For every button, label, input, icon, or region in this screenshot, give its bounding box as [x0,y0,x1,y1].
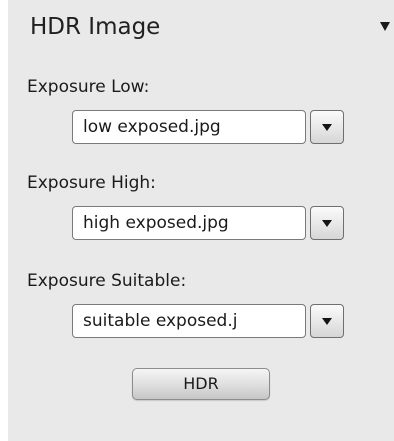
exposure-suitable-label: Exposure Suitable: [27,271,187,291]
exposure-suitable-select[interactable]: suitable exposed.j [72,304,306,338]
hdr-image-panel: HDR Image Exposure Low: low exposed.jpg … [8,0,394,441]
exposure-low-label: Exposure Low: [27,77,150,97]
exposure-high-select[interactable]: high exposed.jpg [72,206,306,240]
panel-title: HDR Image [30,14,161,40]
exposure-suitable-dropdown-button[interactable] [310,304,344,338]
chevron-down-icon [322,318,332,325]
collapse-triangle-icon[interactable] [380,22,390,31]
exposure-high-dropdown-button[interactable] [310,206,344,240]
hdr-button[interactable]: HDR [132,368,270,400]
exposure-low-select[interactable]: low exposed.jpg [72,110,306,144]
chevron-down-icon [322,220,332,227]
exposure-low-dropdown-button[interactable] [310,110,344,144]
exposure-high-label: Exposure High: [27,173,156,193]
chevron-down-icon [322,124,332,131]
